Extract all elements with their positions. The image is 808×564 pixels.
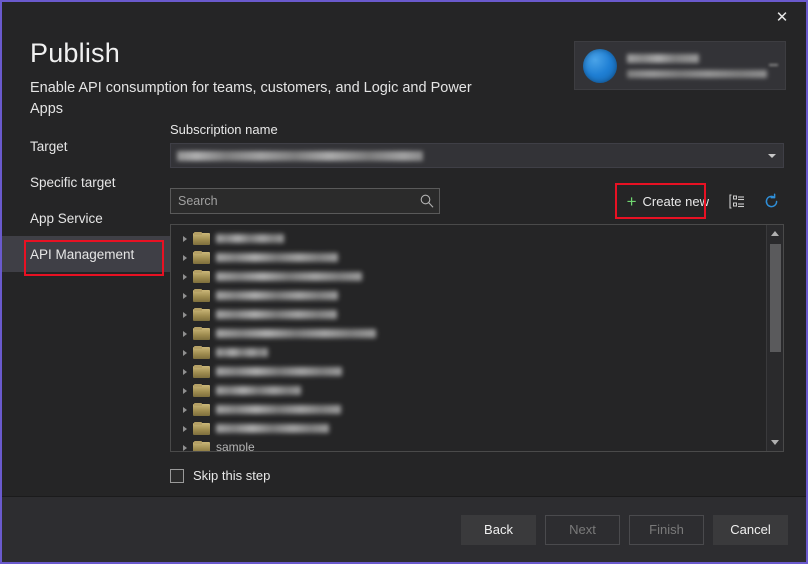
list-item[interactable] bbox=[175, 229, 766, 248]
plus-icon: + bbox=[626, 191, 637, 211]
skip-this-step-checkbox[interactable] bbox=[170, 468, 184, 483]
list-item-label bbox=[216, 329, 376, 338]
scroll-down-arrow-icon[interactable] bbox=[767, 434, 784, 451]
folder-icon bbox=[193, 346, 210, 359]
account-email bbox=[627, 69, 767, 78]
search-box[interactable] bbox=[170, 188, 440, 214]
sidebar-item-label: App Service bbox=[30, 210, 103, 226]
folder-icon bbox=[193, 441, 210, 451]
list-item[interactable] bbox=[175, 343, 766, 362]
folder-icon bbox=[193, 422, 210, 435]
search-input[interactable] bbox=[178, 194, 419, 208]
list-item-label bbox=[216, 367, 342, 376]
user-avatar-icon bbox=[583, 48, 617, 83]
folder-icon bbox=[193, 327, 210, 340]
chevron-right-icon[interactable] bbox=[179, 290, 191, 302]
list-item-label bbox=[216, 291, 338, 300]
chevron-down-icon[interactable] bbox=[769, 64, 778, 66]
account-widget[interactable] bbox=[574, 41, 786, 90]
page-subtitle: Enable API consumption for teams, custom… bbox=[30, 80, 472, 117]
close-icon[interactable]: ✕ bbox=[762, 2, 802, 32]
list-item-label bbox=[216, 253, 338, 262]
folder-icon bbox=[193, 403, 210, 416]
subscription-name-dropdown[interactable] bbox=[170, 143, 784, 168]
create-new-button[interactable]: + Create new bbox=[614, 182, 716, 219]
scrollbar-thumb[interactable] bbox=[769, 244, 781, 352]
list-item-label bbox=[216, 348, 268, 357]
list-item-label bbox=[216, 234, 284, 243]
publish-dialog: ✕ Publish Enable API consumption for tea… bbox=[0, 0, 808, 564]
chevron-right-icon[interactable] bbox=[179, 423, 191, 435]
folder-icon bbox=[193, 384, 210, 397]
create-new-label: Create new bbox=[642, 193, 709, 209]
chevron-right-icon[interactable] bbox=[179, 309, 191, 321]
list-item-label: sample bbox=[216, 440, 255, 452]
chevron-right-icon[interactable] bbox=[179, 271, 191, 283]
folder-icon bbox=[193, 270, 210, 283]
list-scroll-area[interactable]: sample bbox=[171, 225, 766, 451]
sidebar-item-api-management[interactable]: API Management bbox=[2, 236, 170, 272]
refresh-icon[interactable] bbox=[758, 189, 784, 213]
subscription-name-value bbox=[177, 150, 423, 161]
folder-icon bbox=[193, 365, 210, 378]
folder-icon bbox=[193, 251, 210, 264]
chevron-right-icon[interactable] bbox=[179, 233, 191, 245]
search-icon[interactable] bbox=[419, 193, 435, 209]
list-item-label bbox=[216, 272, 362, 281]
next-button: Next bbox=[545, 514, 620, 545]
title-bar: ✕ bbox=[2, 2, 806, 36]
chevron-right-icon[interactable] bbox=[179, 252, 191, 264]
back-button[interactable]: Back bbox=[461, 514, 536, 545]
scrollbar-track[interactable] bbox=[767, 242, 784, 434]
sidebar-item-label: API Management bbox=[30, 246, 135, 262]
main-panel: Subscription name + Create new bbox=[170, 122, 806, 496]
subscription-name-label: Subscription name bbox=[170, 122, 278, 137]
list-item[interactable]: sample bbox=[175, 438, 766, 451]
account-text bbox=[627, 53, 777, 78]
finish-button: Finish bbox=[629, 514, 704, 545]
sidebar: Target Specific target App Service API M… bbox=[2, 122, 170, 496]
cancel-button[interactable]: Cancel bbox=[713, 514, 788, 545]
skip-this-step-label: Skip this step bbox=[193, 468, 271, 483]
list-item[interactable] bbox=[175, 362, 766, 381]
sidebar-item-specific-target[interactable]: Specific target bbox=[2, 164, 170, 200]
list-toolbar: + Create new bbox=[170, 182, 784, 219]
list-item[interactable] bbox=[175, 419, 766, 438]
list-item[interactable] bbox=[175, 267, 766, 286]
skip-this-step-row[interactable]: Skip this step bbox=[170, 468, 270, 483]
list-grouping-icon[interactable] bbox=[724, 189, 750, 213]
api-management-list: sample bbox=[170, 224, 784, 452]
folder-icon bbox=[193, 232, 210, 245]
list-item-label bbox=[216, 424, 329, 433]
dialog-body: Target Specific target App Service API M… bbox=[2, 120, 806, 496]
sidebar-item-target[interactable]: Target bbox=[2, 128, 170, 164]
chevron-right-icon[interactable] bbox=[179, 385, 191, 397]
chevron-down-icon[interactable] bbox=[768, 153, 776, 158]
folder-icon bbox=[193, 289, 210, 302]
sidebar-item-app-service[interactable]: App Service bbox=[2, 200, 170, 236]
dialog-header: Publish Enable API consumption for teams… bbox=[2, 36, 806, 120]
account-name bbox=[627, 53, 699, 63]
list-item-label bbox=[216, 310, 337, 319]
list-item[interactable] bbox=[175, 324, 766, 343]
list-scrollbar[interactable] bbox=[766, 225, 783, 451]
chevron-right-icon[interactable] bbox=[179, 366, 191, 378]
scroll-up-arrow-icon[interactable] bbox=[767, 225, 784, 242]
sidebar-item-label: Specific target bbox=[30, 174, 116, 190]
list-item-label bbox=[216, 405, 341, 414]
list-item[interactable] bbox=[175, 305, 766, 324]
chevron-right-icon[interactable] bbox=[179, 328, 191, 340]
dialog-footer: Back Next Finish Cancel bbox=[2, 496, 806, 562]
list-item[interactable] bbox=[175, 248, 766, 267]
chevron-right-icon[interactable] bbox=[179, 442, 191, 452]
list-item-label bbox=[216, 386, 301, 395]
list-item[interactable] bbox=[175, 381, 766, 400]
chevron-right-icon[interactable] bbox=[179, 404, 191, 416]
folder-icon bbox=[193, 308, 210, 321]
chevron-right-icon[interactable] bbox=[179, 347, 191, 359]
list-item[interactable] bbox=[175, 286, 766, 305]
list-item[interactable] bbox=[175, 400, 766, 419]
sidebar-item-label: Target bbox=[30, 138, 68, 154]
